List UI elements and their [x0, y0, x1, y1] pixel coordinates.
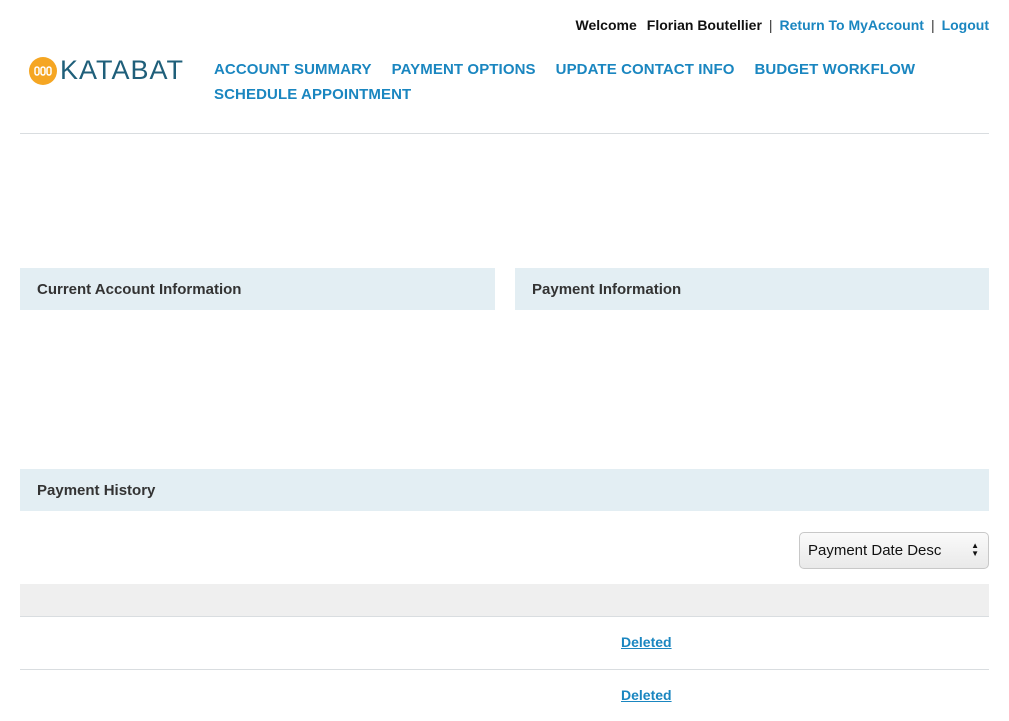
main-nav: ACCOUNT SUMMARY PAYMENT OPTIONS UPDATE C… [214, 60, 944, 104]
welcome-label: Welcome [575, 17, 637, 33]
status-link[interactable]: Deleted [621, 634, 672, 650]
separator: | [768, 17, 773, 33]
separator: | [930, 17, 935, 33]
select-arrows-icon: ▲ ▼ [971, 541, 979, 558]
katabat-logo-icon [29, 56, 57, 85]
top-user-bar: Welcome Florian Boutellier | Return To M… [576, 17, 989, 33]
nav-payment-options[interactable]: PAYMENT OPTIONS [392, 60, 536, 79]
nav-budget-workflow[interactable]: BUDGET WORKFLOW [754, 60, 915, 79]
logo-text: KATABAT [60, 55, 185, 85]
nav-update-contact-info[interactable]: UPDATE CONTACT INFO [556, 60, 735, 79]
user-name: Florian Boutellier [646, 17, 762, 33]
current-account-header: Current Account Information [20, 268, 495, 310]
katabat-logo[interactable]: KATABAT [29, 55, 184, 86]
payment-history-table-header [20, 584, 989, 617]
table-row: Deleted [20, 616, 989, 668]
payment-information-header: Payment Information [515, 268, 989, 310]
payment-history-header: Payment History [20, 469, 989, 511]
sort-select-value: Payment Date Desc [808, 542, 942, 559]
logout-link[interactable]: Logout [942, 17, 989, 33]
nav-schedule-appointment[interactable]: SCHEDULE APPOINTMENT [214, 85, 411, 104]
return-to-myaccount-link[interactable]: Return To MyAccount [780, 17, 924, 33]
header-divider [20, 133, 989, 134]
table-row: Deleted [20, 669, 989, 721]
status-link[interactable]: Deleted [621, 687, 672, 703]
sort-select[interactable]: Payment Date Desc ▲ ▼ [799, 532, 989, 569]
nav-account-summary[interactable]: ACCOUNT SUMMARY [214, 60, 372, 79]
